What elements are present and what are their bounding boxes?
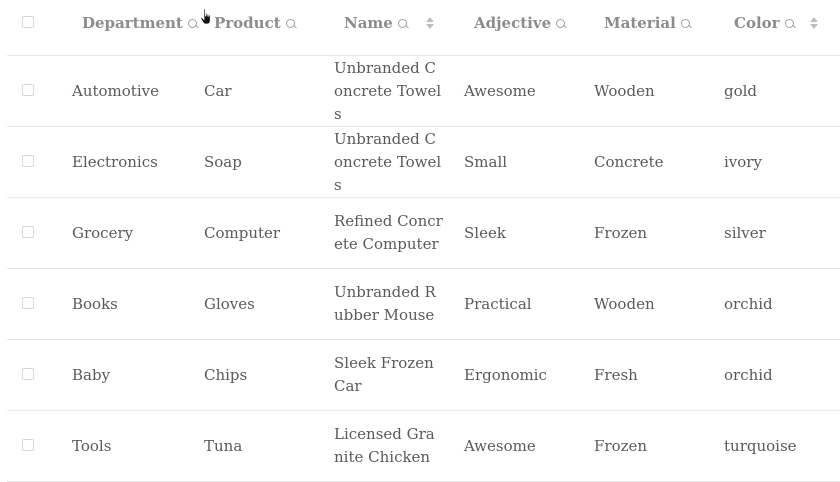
sort-descending-icon[interactable] [810, 24, 818, 29]
cell-department: Grocery [72, 223, 134, 242]
column-title: Department [82, 14, 183, 32]
sort-ascending-icon[interactable] [426, 17, 434, 22]
column-title: Adjective [474, 14, 552, 32]
cell-name: Unbranded Concrete Towels [334, 129, 442, 194]
cell-adjective: Sleek [464, 223, 506, 242]
cell-product: Chips [204, 365, 248, 384]
row-checkbox[interactable] [22, 297, 34, 309]
column-header-product[interactable]: Product [214, 0, 295, 46]
table-row[interactable]: Baby Chips Sleek Frozen Car Ergonomic Fr… [7, 340, 840, 411]
cell-product: Tuna [204, 436, 243, 455]
search-icon[interactable] [680, 18, 690, 28]
sort-descending-icon[interactable] [426, 24, 434, 29]
cell-department: Books [72, 294, 118, 313]
sort-icon[interactable] [810, 17, 818, 29]
search-icon[interactable] [397, 18, 407, 28]
search-icon[interactable] [285, 18, 295, 28]
cell-material: Wooden [594, 294, 655, 313]
cell-name: Sleek Frozen Car [334, 354, 434, 395]
row-checkbox[interactable] [22, 226, 34, 238]
search-icon[interactable] [556, 18, 566, 28]
cell-material: Frozen [594, 436, 648, 455]
cell-color: gold [724, 81, 758, 100]
column-header-name[interactable]: Name [344, 0, 407, 46]
column-title: Color [734, 14, 780, 32]
cell-color: ivory [724, 152, 762, 171]
cell-department: Electronics [72, 152, 158, 171]
cell-adjective: Ergonomic [464, 365, 547, 384]
table-row[interactable]: Automotive Car Unbranded Concrete Towels… [7, 56, 840, 127]
cell-adjective: Awesome [464, 81, 536, 100]
table-row[interactable]: Grocery Computer Refined Concrete Comput… [7, 198, 840, 269]
cell-material: Fresh [594, 365, 638, 384]
cell-department: Baby [72, 365, 111, 384]
row-checkbox[interactable] [22, 84, 34, 96]
row-checkbox[interactable] [22, 439, 34, 451]
column-header-material[interactable]: Material [604, 0, 690, 46]
cell-adjective: Practical [464, 294, 532, 313]
cell-name: Refined Concrete Computer [334, 212, 443, 253]
table-row[interactable]: Tools Tuna Licensed Granite Chicken Awes… [7, 411, 840, 482]
cell-product: Car [204, 81, 232, 100]
column-title: Name [344, 14, 393, 32]
cell-material: Wooden [594, 81, 655, 100]
column-header-color[interactable]: Color [734, 0, 794, 46]
cell-name: Licensed Granite Chicken [334, 425, 435, 466]
row-checkbox[interactable] [22, 368, 34, 380]
cell-material: Concrete [594, 152, 664, 171]
cell-color: turquoise [724, 436, 797, 455]
table-header: Department Product Name Adjective Materi… [7, 0, 840, 56]
search-icon[interactable] [784, 18, 794, 28]
cell-adjective: Small [464, 152, 508, 171]
cell-name: Unbranded Concrete Towels [334, 58, 442, 123]
row-checkbox[interactable] [22, 155, 34, 167]
cell-product: Computer [204, 223, 281, 242]
hand-cursor-icon [200, 8, 211, 25]
cell-product: Gloves [204, 294, 255, 313]
sort-ascending-icon[interactable] [810, 17, 818, 22]
cell-department: Tools [72, 436, 112, 455]
table-row[interactable]: Electronics Soap Unbranded Concrete Towe… [7, 127, 840, 198]
table-row[interactable]: Books Gloves Unbranded Rubber Mouse Prac… [7, 269, 840, 340]
cell-adjective: Awesome [464, 436, 536, 455]
search-icon[interactable] [187, 18, 197, 28]
cell-color: orchid [724, 365, 773, 384]
cell-product: Soap [204, 152, 242, 171]
cell-material: Frozen [594, 223, 648, 242]
data-table: Department Product Name Adjective Materi… [7, 0, 840, 482]
cell-color: silver [724, 223, 766, 242]
cell-department: Automotive [72, 81, 159, 100]
cell-name: Unbranded Rubber Mouse [334, 283, 436, 324]
select-all-checkbox[interactable] [22, 16, 34, 28]
column-header-department[interactable]: Department [82, 0, 197, 46]
column-title: Product [214, 14, 281, 32]
cell-color: orchid [724, 294, 773, 313]
column-title: Material [604, 14, 676, 32]
sort-icon[interactable] [426, 17, 434, 29]
column-header-adjective[interactable]: Adjective [474, 0, 566, 46]
